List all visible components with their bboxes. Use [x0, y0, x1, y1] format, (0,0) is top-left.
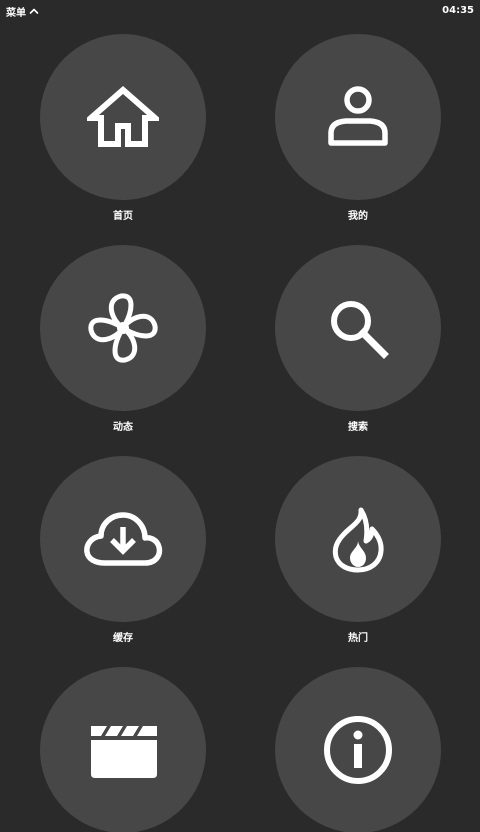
- clock: 04:35: [442, 5, 474, 16]
- menu-label: 菜单: [6, 7, 26, 19]
- menu-item-cache[interactable]: 缓存: [40, 456, 206, 656]
- clapperboard-icon: [91, 726, 157, 778]
- person-icon: [328, 86, 388, 146]
- menu-item-home[interactable]: 首页: [40, 34, 206, 234]
- menu-item-circle: [275, 456, 441, 622]
- fire-icon: [332, 507, 384, 573]
- menu-item-video[interactable]: [40, 667, 206, 832]
- cloud-download-icon: [84, 512, 163, 566]
- menu-item-label: 缓存: [113, 633, 133, 644]
- menu-item-circle: [275, 245, 441, 411]
- menu-item-profile[interactable]: 我的: [275, 34, 441, 234]
- menu-item-circle: [40, 456, 206, 622]
- menu-item-search[interactable]: 搜索: [275, 245, 441, 445]
- menu-item-circle: [40, 34, 206, 200]
- menu-item-feed[interactable]: 动态: [40, 245, 206, 445]
- menu-item-circle: [275, 34, 441, 200]
- menu-toggle[interactable]: 菜单: [6, 3, 39, 19]
- menu-item-label: 首页: [113, 211, 133, 222]
- menu-item-label: 热门: [348, 633, 368, 644]
- menu-item-about[interactable]: [275, 667, 441, 832]
- menu-item-label: 搜索: [348, 422, 368, 433]
- chevron-up-icon: [29, 8, 39, 14]
- status-bar: 菜单 04:35: [0, 0, 480, 22]
- menu-item-label: 动态: [113, 422, 133, 433]
- app-screen: 菜单 04:35 首页 我的 动态 搜索 缓存 热门: [0, 0, 480, 832]
- fan-icon: [88, 293, 158, 363]
- menu-item-label: 我的: [348, 211, 368, 222]
- menu-item-circle: [40, 245, 206, 411]
- menu-item-circle: [275, 667, 441, 832]
- menu-item-trending[interactable]: 热门: [275, 456, 441, 656]
- search-icon: [331, 301, 389, 359]
- home-icon: [87, 86, 159, 147]
- menu-item-circle: [40, 667, 206, 832]
- info-icon: [324, 716, 392, 784]
